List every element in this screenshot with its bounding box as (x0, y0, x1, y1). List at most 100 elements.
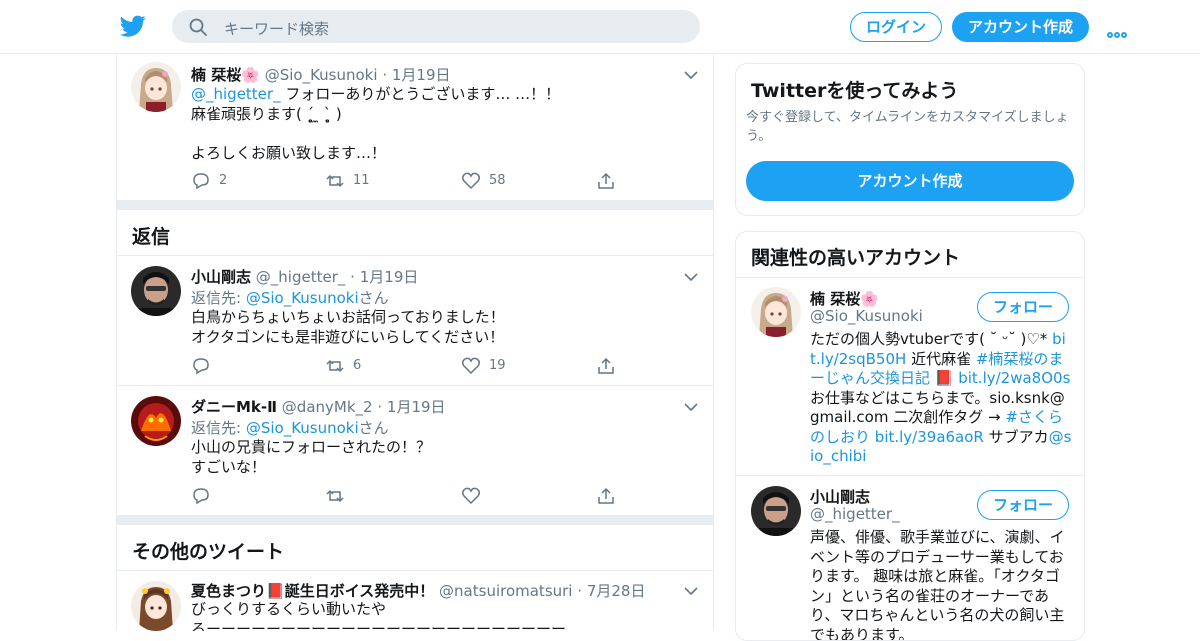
tweet-line: オクタゴンにも是非遊びにいらしてください！ (191, 327, 505, 346)
tweet-text: 白鳥からちょいちょいお話伺っておりました！ オクタゴンにも是非遊びにいらしてくだ… (191, 308, 505, 347)
heart-icon (461, 172, 481, 190)
login-button[interactable]: ログイン (850, 12, 942, 42)
tweet-line: ろーーーーーーーーーーーーーーーーーーーーーーーー (191, 619, 567, 632)
replies-heading: 返信 (132, 226, 171, 248)
more-menu-icon[interactable] (1107, 23, 1131, 38)
reply-suffix: さん (358, 289, 389, 307)
bio-link[interactable]: bit.ly/39a6aoR (875, 428, 984, 446)
follow-button[interactable]: フォロー (977, 490, 1069, 520)
reply-to-link[interactable]: @Sio_Kusunoki (246, 289, 359, 307)
tweet-line: すごいな！ (191, 457, 267, 476)
account-bio: 声優、俳優、歌手業並びに、演劇、イベント等のプロデューサー業もしております。 趣… (810, 528, 1065, 641)
book-emoji: 📕 (266, 582, 285, 600)
author-handle[interactable]: @natsuiromatsuri (439, 582, 572, 600)
tweet-actions: 2 11 58 (191, 171, 631, 191)
section-divider (117, 515, 714, 525)
retweet-count: 11 (353, 173, 370, 188)
card-subtitle: 今すぐ登録して、タイムラインをカスタマイズしましょう。 (746, 110, 1069, 144)
author-handle[interactable]: @danyMk_2 (282, 398, 373, 416)
name-part: 夏色まつり (191, 582, 267, 600)
tweet-header: ダニーMk-Ⅱ @danyMk_2 · 1月19日 (191, 396, 446, 417)
author-handle[interactable]: @_higetter_ (256, 268, 346, 286)
separator-dot: · (577, 582, 583, 600)
top-bar: キーワード検索 ログイン アカウント作成 (0, 0, 1200, 54)
reply-card[interactable]: ダニーMk-Ⅱ @danyMk_2 · 1月19日 返信先: @Sio_Kusu… (117, 386, 714, 515)
tweet-text: @_higetter_ フォローありがとうございます… …！！ 麻雀頑張ります(… (191, 85, 560, 163)
tweet-line: 小山の兄貴にフォローされたの！？ (191, 438, 432, 456)
author-name[interactable]: ダニーMk-Ⅱ (191, 398, 277, 416)
bio-link[interactable]: bit.ly/2wa8O0s (958, 369, 1070, 387)
reply-icon (193, 488, 209, 505)
search-input[interactable]: キーワード検索 (224, 18, 329, 39)
reply-context: 返信先: @Sio_Kusunokiさん (191, 287, 389, 308)
reply-prefix: 返信先: (191, 419, 246, 437)
reply-card[interactable]: 小山剛志 @_higetter_ · 1月19日 返信先: @Sio_Kusun… (117, 256, 714, 386)
bio-text: 近代麻雀 (906, 349, 976, 368)
author-handle[interactable]: @Sio_Kusunoki (265, 66, 378, 84)
name-part: 誕生日ボイス発売中！ (284, 582, 435, 600)
tweet-time[interactable]: 1月19日 (387, 398, 446, 416)
tweet-actions (191, 486, 631, 506)
twitter-bird-icon[interactable] (120, 13, 146, 39)
chevron-down-icon[interactable] (684, 272, 698, 282)
follow-button[interactable]: フォロー (977, 292, 1069, 322)
tweet-line: よろしくお願い致します…！ (191, 143, 387, 162)
tweet-card[interactable]: 楠 栞桜🌸 @Sio_Kusunoki · 1月19日 @_higetter_ … (117, 54, 714, 200)
tweet-actions: 6 19 (191, 356, 631, 376)
chevron-down-icon[interactable] (684, 70, 698, 80)
chevron-down-icon[interactable] (684, 402, 698, 412)
share-icon (598, 172, 614, 189)
bio-text: サブアカ (983, 427, 1049, 446)
tweet-time[interactable]: 1月19日 (360, 268, 419, 286)
avatar[interactable] (131, 266, 181, 316)
reply-to-link[interactable]: @Sio_Kusunoki (246, 419, 359, 437)
tweet-line: 白鳥からちょいちょいお話伺っておりました！ (191, 308, 505, 326)
tweet-line: 麻雀頑張ります( ˊ̥̥̥̥̥̥̥̥̥̥ ̼ ˋ̥̥̥̥̥̥̥̥̥̥ ) (191, 104, 342, 123)
share-icon (598, 357, 614, 374)
account-bio: ただの個人勢vtuberです( ˘ ᵕ˘ )♡* bit.ly/2sqB50H … (810, 330, 1072, 467)
avatar[interactable] (131, 581, 181, 631)
account-handle[interactable]: @Sio_Kusunoki (810, 307, 923, 325)
section-divider (117, 200, 714, 210)
name-text: 楠 栞桜 (810, 290, 861, 308)
search-icon (189, 18, 207, 36)
main-column: 楠 栞桜🌸 @Sio_Kusunoki · 1月19日 @_higetter_ … (116, 54, 714, 631)
avatar[interactable] (131, 396, 181, 446)
author-name[interactable]: 小山剛志 (191, 268, 251, 286)
heart-icon (461, 357, 481, 375)
reply-icon (193, 358, 209, 375)
heart-icon (461, 487, 481, 505)
mention-link[interactable]: @_higetter_ (191, 85, 281, 103)
tweet-card[interactable]: 夏色まつり📕誕生日ボイス発売中！ @natsuiromatsuri · 7月28… (117, 571, 714, 631)
card-title: Twitterを使ってみよう (751, 80, 959, 102)
tweet-header: 夏色まつり📕誕生日ボイス発売中！ @natsuiromatsuri · 7月28… (191, 580, 645, 601)
more-tweets-heading: その他のツイート (132, 541, 285, 563)
account-handle[interactable]: @_higetter_ (810, 505, 900, 523)
tweet-text: びっくりするくらい動いたや ろーーーーーーーーーーーーーーーーーーーーーーーー (191, 600, 566, 631)
author-name[interactable]: 楠 栞桜 (191, 66, 241, 84)
account-name[interactable]: 小山剛志 (810, 486, 870, 507)
reply-context: 返信先: @Sio_Kusunokiさん (191, 417, 389, 438)
tweet-time[interactable]: 7月28日 (587, 582, 646, 600)
like-count: 58 (489, 173, 506, 188)
signup-card: Twitterを使ってみよう 今すぐ登録して、タイムラインをカスタマイズしましょ… (735, 63, 1085, 216)
avatar[interactable] (751, 287, 801, 337)
avatar[interactable] (131, 62, 181, 112)
account-name[interactable]: 楠 栞桜🌸 (810, 288, 879, 309)
tweet-line: フォローありがとうございます… …！！ (280, 85, 561, 103)
search-bar[interactable]: キーワード検索 (172, 10, 700, 43)
tweet-header: 楠 栞桜🌸 @Sio_Kusunoki · 1月19日 (191, 64, 451, 85)
book-emoji: 📕 (930, 369, 959, 387)
retweet-icon (326, 359, 344, 373)
retweet-count: 6 (353, 358, 362, 373)
retweet-icon (326, 174, 344, 188)
tweet-line: びっくりするくらい動いたや (191, 600, 387, 618)
chevron-down-icon[interactable] (684, 586, 698, 596)
author-name[interactable]: 夏色まつり📕誕生日ボイス発売中！ (191, 582, 434, 600)
signup-button[interactable]: アカウント作成 (952, 12, 1089, 42)
reply-icon (193, 173, 209, 190)
sakura-emoji: 🌸 (860, 290, 879, 308)
avatar[interactable] (751, 486, 801, 536)
tweet-time[interactable]: 1月19日 (392, 66, 451, 84)
signup-button-large[interactable]: アカウント作成 (746, 161, 1074, 201)
